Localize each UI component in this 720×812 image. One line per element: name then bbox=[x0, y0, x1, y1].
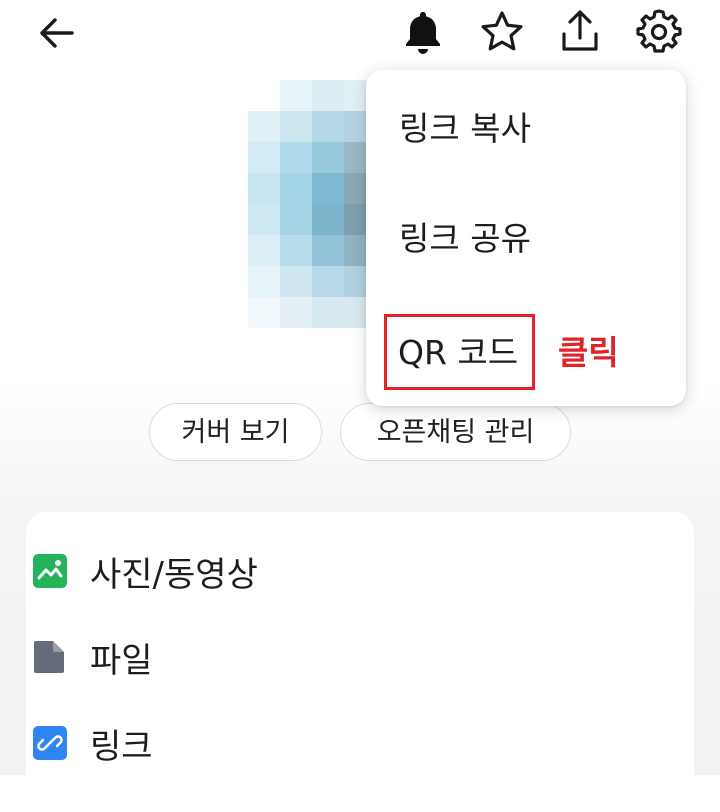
openchat-manage-button[interactable]: 오픈채팅 관리 bbox=[340, 403, 571, 461]
file-icon bbox=[34, 641, 64, 673]
link-icon bbox=[33, 726, 67, 760]
drawer-item-label: 파일 bbox=[90, 640, 153, 681]
click-annotation-label: 클릭 bbox=[558, 333, 619, 372]
back-arrow-icon[interactable] bbox=[34, 10, 80, 56]
drawer-item-photos-videos[interactable]: 사진/동영상 bbox=[32, 546, 258, 596]
bell-icon[interactable] bbox=[400, 8, 446, 56]
view-cover-button[interactable]: 커버 보기 bbox=[149, 403, 322, 461]
drawer-item-files[interactable]: 파일 bbox=[32, 632, 153, 682]
top-bar bbox=[0, 0, 720, 70]
photo-icon bbox=[33, 554, 67, 588]
star-icon[interactable] bbox=[478, 8, 526, 56]
menu-item-copy-link[interactable]: 링크 복사 bbox=[399, 106, 531, 152]
gear-icon[interactable] bbox=[634, 6, 684, 56]
drawer-item-label: 사진/동영상 bbox=[90, 554, 258, 595]
menu-item-share-link[interactable]: 링크 공유 bbox=[399, 216, 531, 262]
click-highlight-box bbox=[384, 314, 535, 390]
drawer-item-label: 링크 bbox=[90, 726, 153, 767]
profile-avatar bbox=[248, 80, 376, 328]
drawer-item-links[interactable]: 링크 bbox=[32, 718, 153, 768]
share-upload-icon[interactable] bbox=[556, 6, 604, 56]
